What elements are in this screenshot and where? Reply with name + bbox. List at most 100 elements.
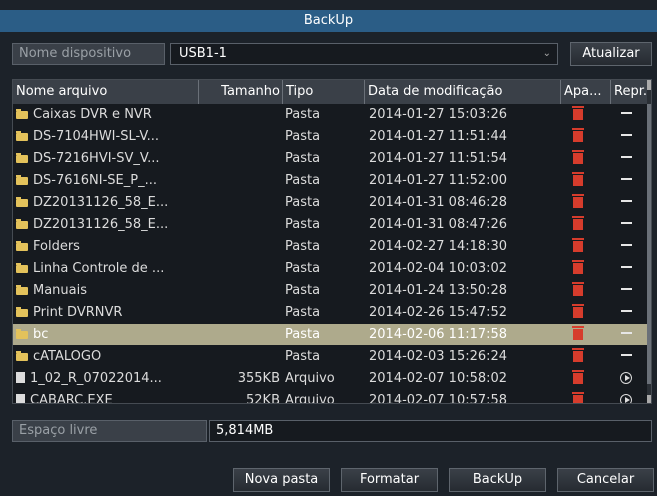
folder-icon [16, 175, 28, 185]
file-type: Pasta [285, 217, 321, 232]
table-row[interactable]: DZ20131126_58_E... Pasta 2014-01-31 08:47:… [13, 214, 647, 235]
scrollbar[interactable] [647, 80, 651, 403]
cell-name: Linha Controle de ... [16, 258, 198, 279]
trash-icon[interactable] [572, 348, 584, 362]
file-type: Pasta [285, 349, 321, 364]
table-row[interactable]: CABARC.EXE 52KB Arquivo 2014-02-07 10:57:58 [13, 390, 647, 404]
header-size[interactable]: Tamanho [199, 80, 283, 104]
file-date: 2014-01-27 11:51:44 [369, 129, 508, 144]
trash-icon[interactable] [572, 150, 584, 164]
delete-cell [565, 126, 611, 147]
file-date: 2014-01-27 11:51:54 [369, 151, 508, 166]
trash-icon[interactable] [572, 128, 584, 142]
header-play[interactable]: Repr. [611, 80, 647, 104]
play-cell [613, 236, 647, 257]
chevron-down-icon: ⌄ [542, 48, 551, 59]
header-delete[interactable]: Apa... [561, 80, 611, 104]
play-cell [613, 192, 647, 213]
dash-icon [621, 266, 632, 268]
table-row[interactable]: Linha Controle de ... Pasta 2014-02-04 10:… [13, 258, 647, 279]
trash-icon[interactable] [572, 370, 584, 384]
play-cell [613, 280, 647, 301]
play-icon[interactable] [620, 394, 632, 403]
delete-cell [565, 192, 611, 213]
trash-icon[interactable] [572, 106, 584, 120]
cancel-button[interactable]: Cancelar [557, 468, 654, 492]
table-row[interactable]: DS-7104HWI-SL-V... Pasta 2014-01-27 11:51:… [13, 126, 647, 147]
delete-cell [565, 258, 611, 279]
file-date: 2014-02-04 10:03:02 [369, 261, 508, 276]
cell-name: DZ20131126_58_E... [16, 214, 198, 235]
file-type: Arquivo [285, 393, 335, 404]
cell-name: Caixas DVR e NVR [16, 104, 198, 125]
header-date[interactable]: Data de modificação [365, 80, 561, 104]
play-cell [613, 346, 647, 367]
folder-icon [16, 351, 28, 361]
table-row[interactable]: DZ20131126_58_E... Pasta 2014-01-31 08:46:… [13, 192, 647, 213]
file-size [203, 258, 280, 279]
dash-icon [621, 222, 632, 224]
file-type: Pasta [285, 195, 321, 210]
delete-cell [565, 236, 611, 257]
cell-name: Print DVRNVR [16, 302, 198, 323]
file-type: Arquivo [285, 371, 335, 386]
scroll-thumb[interactable] [647, 104, 651, 384]
table-row[interactable]: DS-7616NI-SE_P_... Pasta 2014-01-27 11:52:… [13, 170, 647, 191]
backup-button[interactable]: BackUp [449, 468, 546, 492]
trash-icon[interactable] [572, 392, 584, 403]
cell-name: DZ20131126_58_E... [16, 192, 198, 213]
dash-icon [621, 112, 632, 114]
file-date: 2014-01-31 08:46:28 [369, 195, 508, 210]
file-date: 2014-02-26 15:47:52 [369, 305, 508, 320]
file-date: 2014-01-24 13:50:28 [369, 283, 508, 298]
file-type: Pasta [285, 261, 321, 276]
file-name: DZ20131126_58_E... [33, 195, 169, 210]
trash-icon[interactable] [572, 260, 584, 274]
trash-icon[interactable] [572, 282, 584, 296]
table-row[interactable]: cATALOGO Pasta 2014-02-03 15:26:24 [13, 346, 647, 367]
file-date: 2014-02-03 15:26:24 [369, 349, 508, 364]
table-row[interactable]: 1_02_R_07022014... 355KB Arquivo 2014-02-07… [13, 368, 647, 389]
format-button[interactable]: Formatar [341, 468, 438, 492]
new-folder-button[interactable]: Nova pasta [233, 468, 330, 492]
table-row[interactable]: Folders Pasta 2014-02-27 14:18:30 [13, 236, 647, 257]
file-type: Pasta [285, 283, 321, 298]
table-row[interactable]: Manuais Pasta 2014-01-24 13:50:28 [13, 280, 647, 301]
play-cell [613, 126, 647, 147]
delete-cell [565, 346, 611, 367]
dash-icon [621, 244, 632, 246]
file-name: DZ20131126_58_E... [33, 217, 169, 232]
delete-cell [565, 170, 611, 191]
file-name: 1_02_R_07022014... [30, 371, 162, 386]
trash-icon[interactable] [572, 194, 584, 208]
trash-icon[interactable] [572, 216, 584, 230]
play-icon[interactable] [620, 372, 632, 384]
file-type: Pasta [285, 107, 321, 122]
header-type[interactable]: Tipo [283, 80, 365, 104]
file-name: DS-7104HWI-SL-V... [33, 129, 160, 144]
file-type: Pasta [285, 173, 321, 188]
table-row[interactable]: bc Pasta 2014-02-06 11:17:58 [13, 324, 647, 345]
scroll-down-icon[interactable] [647, 395, 651, 403]
dialog-title: BackUp [0, 10, 657, 32]
delete-cell [565, 302, 611, 323]
table-header: Nome arquivo Tamanho Tipo Data de modifi… [13, 80, 651, 104]
file-type: Pasta [285, 239, 321, 254]
table-row[interactable]: DS-7216HVI-SV_V... Pasta 2014-01-27 11:51:… [13, 148, 647, 169]
scroll-up-icon[interactable] [647, 80, 651, 90]
refresh-button[interactable]: Atualizar [570, 42, 652, 66]
dash-icon [621, 134, 632, 136]
header-name[interactable]: Nome arquivo [13, 80, 199, 104]
trash-icon[interactable] [572, 326, 584, 340]
folder-icon [16, 307, 28, 317]
trash-icon[interactable] [572, 304, 584, 318]
device-select[interactable]: USB1-1 ⌄ [170, 43, 558, 65]
play-cell [613, 324, 647, 345]
delete-cell [565, 104, 611, 125]
trash-icon[interactable] [572, 238, 584, 252]
trash-icon[interactable] [572, 172, 584, 186]
free-space-row: Espaço livre 5,814MB [12, 420, 652, 442]
table-row[interactable]: Print DVRNVR Pasta 2014-02-26 15:47:52 [13, 302, 647, 323]
table-row[interactable]: Caixas DVR e NVR Pasta 2014-01-27 15:03:26 [13, 104, 647, 125]
file-date: 2014-02-07 10:58:02 [369, 371, 508, 386]
